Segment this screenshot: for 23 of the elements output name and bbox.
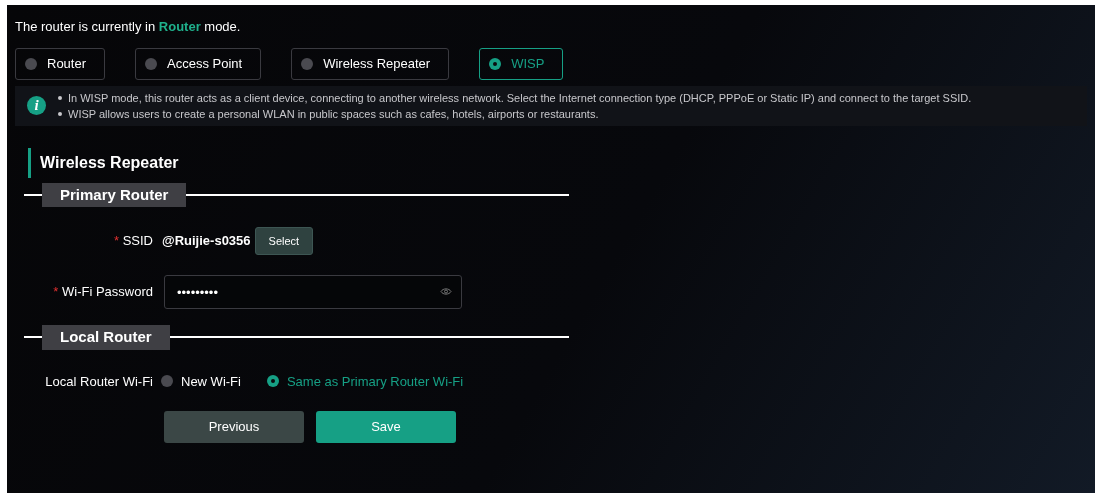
bullet-icon bbox=[58, 95, 62, 100]
radio-label[interactable]: New Wi-Fi bbox=[181, 371, 241, 391]
section-title: Wireless Repeater bbox=[40, 152, 179, 173]
field-label: Local Router Wi-Fi bbox=[44, 372, 153, 391]
mode-radio-button[interactable]: Access Point bbox=[135, 47, 262, 80]
radio-label[interactable]: Same as Primary Router Wi-Fi bbox=[286, 371, 464, 391]
info-text: WISP allows users to create a personal WLAN in public spaces such as cafes, hotels, airports or restaurants. bbox=[68, 106, 599, 122]
mode-radio-button[interactable]: Router bbox=[15, 47, 106, 80]
select-button[interactable]: Select bbox=[254, 227, 314, 255]
previous-button[interactable]: Previous bbox=[164, 411, 304, 443]
bullet-icon bbox=[58, 111, 62, 116]
field-label: * Wi-Fi Password bbox=[52, 283, 153, 302]
password-field[interactable]: ••••••••• bbox=[164, 275, 462, 309]
fieldset-legend: Local Router bbox=[42, 325, 170, 350]
status-text: The router is currently in Router mode. bbox=[15, 19, 241, 34]
eye-icon[interactable] bbox=[440, 287, 452, 296]
ssid-value: @Ruijie-s0356 bbox=[162, 232, 251, 251]
mode-radio-button[interactable]: Wireless Repeater bbox=[291, 47, 450, 80]
info-text: In WISP mode, this router acts as a client device, connecting to another wireless network. Select the Internet connection type (DHCP, PPPoE or Static IP) and connect to the target SSID. bbox=[68, 90, 972, 106]
mode-radio-button[interactable]: WISP bbox=[479, 47, 564, 80]
info-icon: i bbox=[27, 96, 46, 115]
field-label: * SSID bbox=[112, 232, 153, 251]
fieldset-legend: Primary Router bbox=[42, 182, 187, 207]
